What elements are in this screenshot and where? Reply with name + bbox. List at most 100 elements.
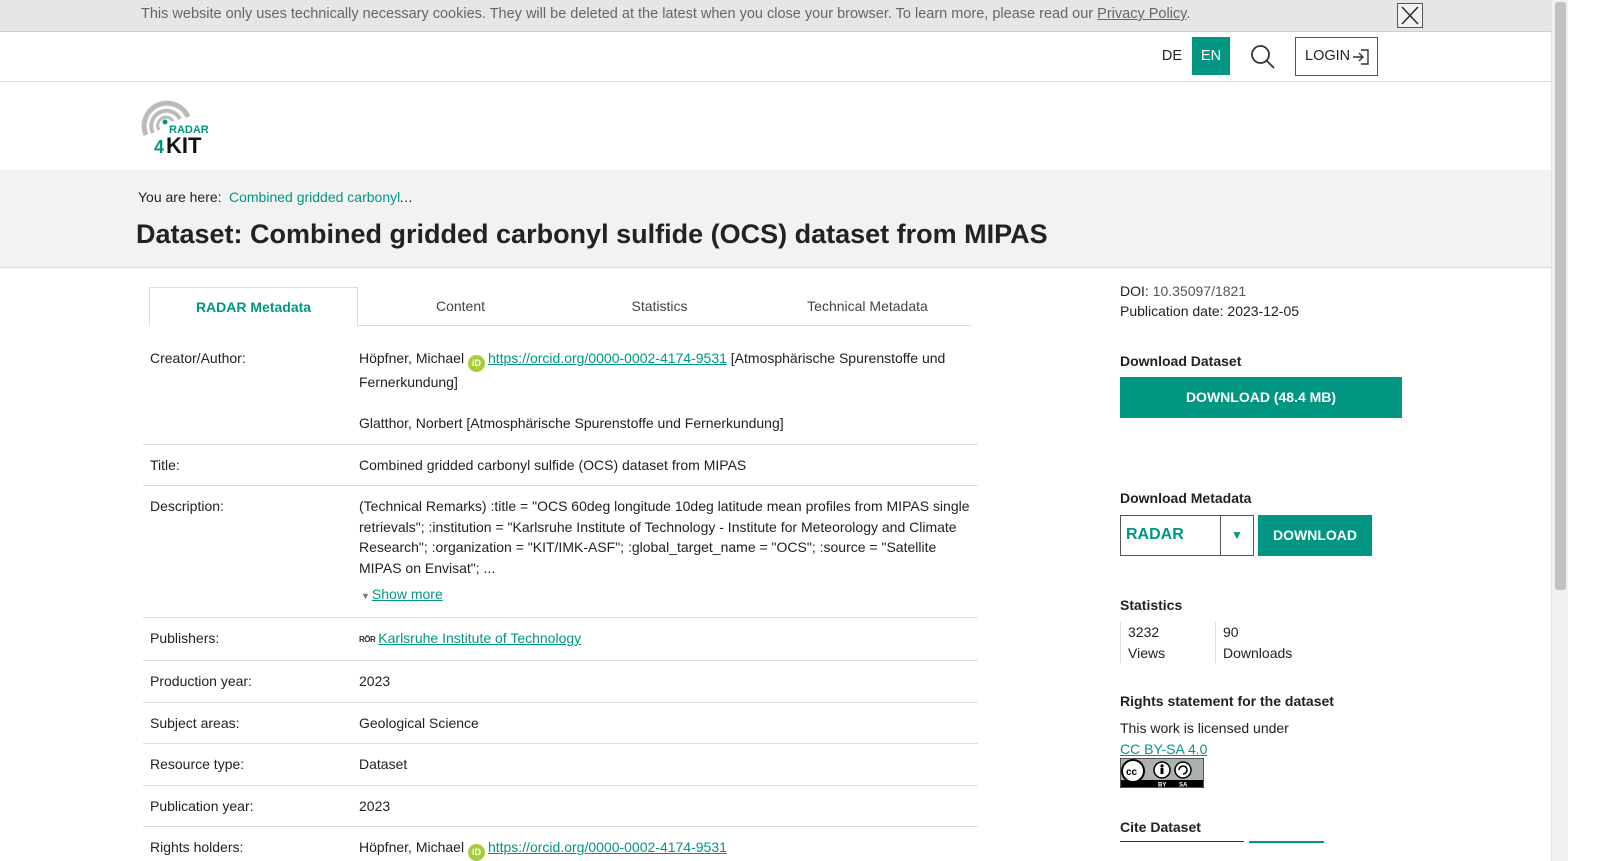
doi-value: 10.35097/1821: [1152, 283, 1247, 299]
creator2-name: Glatthor, Norbert [Atmosphärische Spuren…: [359, 415, 784, 431]
caret-down-icon: ▼: [361, 591, 370, 601]
views-stat: 3232 Views: [1120, 622, 1214, 663]
subject-areas-value: Geological Science: [359, 714, 479, 731]
download-dataset-heading: Download Dataset: [1120, 353, 1242, 369]
svg-text:BY: BY: [1158, 783, 1166, 789]
title-label: Title:: [150, 456, 180, 473]
publication-year-label: Publication year:: [150, 797, 254, 814]
title-value: Combined gridded carbonyl sulfide (OCS) …: [359, 456, 747, 473]
doi-label: DOI:: [1120, 283, 1149, 299]
top-navigation: DE EN LOGIN: [0, 32, 1551, 82]
orcid-icon: iD: [467, 355, 485, 372]
cookie-close-button[interactable]: [1397, 3, 1423, 28]
table-row: Title: Combined gridded carbonyl sulfide…: [143, 445, 978, 486]
cookie-banner: This website only uses technically neces…: [0, 0, 1551, 32]
publishers-label: Publishers:: [150, 629, 220, 646]
cc-by-sa-badge[interactable]: cc BY SA: [1119, 757, 1205, 789]
login-icon: [1353, 49, 1369, 65]
rights-text: This work is licensed under: [1120, 720, 1289, 736]
resource-type-value: Dataset: [359, 756, 408, 772]
tab-statistics[interactable]: Statistics: [563, 287, 756, 326]
radar4kit-logo[interactable]: RADAR 4 KIT: [138, 95, 218, 158]
close-icon: [1401, 6, 1419, 25]
table-row: Subject areas: Geological Science: [143, 703, 978, 744]
logo-kit-text: KIT: [166, 133, 202, 157]
privacy-policy-link[interactable]: Privacy Policy: [1097, 6, 1186, 22]
production-year-value: 2023: [359, 673, 391, 689]
publication-date: Publication date: 2023-12-05: [1120, 303, 1299, 319]
cite-dataset-heading: Cite Dataset: [1120, 819, 1201, 835]
publication-date-value: 2023-12-05: [1227, 303, 1300, 319]
tab-bar: RADAR Metadata Content Statistics Techni…: [149, 287, 972, 327]
breadcrumb-label: You are here:: [138, 189, 222, 205]
cookie-message-end: .: [1186, 6, 1191, 22]
table-row: Creator/Author: Höpfner, Michael iD https…: [143, 338, 978, 445]
language-de-button[interactable]: DE: [1154, 37, 1190, 75]
metadata-table: Creator/Author: Höpfner, Michael iD https…: [143, 338, 978, 861]
production-year-label: Production year:: [150, 673, 252, 689]
statistics-heading: Statistics: [1120, 597, 1183, 613]
download-metadata-button[interactable]: DOWNLOAD: [1258, 515, 1372, 556]
creator1-name: Höpfner, Michael: [359, 350, 465, 366]
page-header: You are here: Combined gridded carbonyl …: [0, 170, 1551, 268]
metadata-format-select[interactable]: RADAR ▼: [1120, 515, 1254, 556]
scrollbar-thumb[interactable]: [1555, 2, 1566, 590]
tab-technical-metadata[interactable]: Technical Metadata: [756, 287, 979, 326]
creator1-orcid-link[interactable]: https://orcid.org/0000-0002-4174-9531: [488, 350, 727, 366]
rights-holder-name: Höpfner, Michael: [359, 839, 465, 855]
cite-format-select[interactable]: [1120, 841, 1244, 844]
download-metadata-heading: Download Metadata: [1120, 490, 1252, 506]
doi: DOI: 10.35097/1821: [1120, 283, 1246, 299]
table-row: Production year: 2023: [143, 661, 978, 703]
subject-areas-label: Subject areas:: [150, 714, 240, 731]
rights-holder-orcid-link[interactable]: https://orcid.org/0000-0002-4174-9531: [488, 839, 727, 855]
page-title: Dataset: Combined gridded carbonyl sulfi…: [136, 219, 1048, 249]
radar-logo-icon: RADAR 4 KIT: [141, 100, 209, 158]
svg-text:cc: cc: [1126, 767, 1138, 778]
tab-content[interactable]: Content: [358, 287, 563, 326]
views-label: Views: [1128, 644, 1166, 661]
cookie-message: This website only uses technically neces…: [141, 6, 1190, 22]
search-icon: [1251, 45, 1275, 69]
orcid-icon: iD: [467, 844, 485, 861]
table-row: Description: (Technical Remarks) :title …: [143, 486, 978, 618]
download-dataset-button[interactable]: DOWNLOAD (48.4 MB): [1120, 377, 1402, 418]
tab-radar-metadata[interactable]: RADAR Metadata: [149, 287, 358, 327]
resource-type-label: Resource type:: [150, 756, 245, 772]
rights-holders-label: Rights holders:: [150, 839, 244, 855]
creator-label: Creator/Author:: [150, 350, 246, 366]
cookie-message-text: This website only uses technically neces…: [141, 6, 1098, 22]
downloads-stat: 90 Downloads: [1215, 622, 1325, 663]
show-more-link[interactable]: Show more: [372, 586, 443, 602]
creator-value: Höpfner, Michael iD https://orcid.org/000…: [359, 348, 978, 434]
logo-4-text: 4: [154, 137, 164, 157]
login-button[interactable]: LOGIN: [1295, 37, 1378, 76]
downloads-count: 90: [1223, 624, 1239, 640]
breadcrumb-item[interactable]: Combined gridded carbonyl: [229, 189, 400, 205]
publication-year-value: 2023: [359, 797, 391, 814]
cc-license-icon: cc BY SA: [1119, 757, 1205, 789]
ror-icon: RŌR: [359, 634, 376, 644]
search-button[interactable]: [1249, 43, 1277, 71]
publication-date-label: Publication date:: [1120, 303, 1224, 319]
cite-button[interactable]: [1249, 841, 1324, 844]
page-scrollbar[interactable]: [1551, 0, 1568, 861]
description-label: Description:: [150, 498, 224, 514]
table-row: Resource type: Dataset: [143, 744, 978, 786]
svg-text:SA: SA: [1179, 783, 1188, 789]
dropdown-arrow-icon: ▼: [1220, 516, 1253, 555]
views-count: 3232: [1128, 624, 1160, 640]
rights-heading: Rights statement for the dataset: [1120, 693, 1334, 709]
login-label: LOGIN: [1305, 48, 1351, 64]
publisher-link[interactable]: Karlsruhe Institute of Technology: [378, 630, 581, 646]
downloads-label: Downloads: [1223, 644, 1293, 661]
language-en-button[interactable]: EN: [1192, 37, 1230, 75]
table-row: Publication year: 2023: [143, 786, 978, 827]
table-row: Rights holders: Höpfner, Michael iD https…: [143, 827, 978, 861]
breadcrumb-ellipsis: …: [399, 189, 413, 205]
show-more[interactable]: ▼ Show more: [359, 584, 978, 607]
license-link[interactable]: CC BY-SA 4.0: [1120, 741, 1207, 757]
rights-statement: This work is licensed under CC BY-SA 4.0: [1120, 718, 1289, 759]
table-row: Publishers: RŌR Karlsruhe Institute of Te…: [143, 618, 978, 661]
description-value: (Technical Remarks) :title = "OCS 60deg …: [359, 498, 970, 576]
